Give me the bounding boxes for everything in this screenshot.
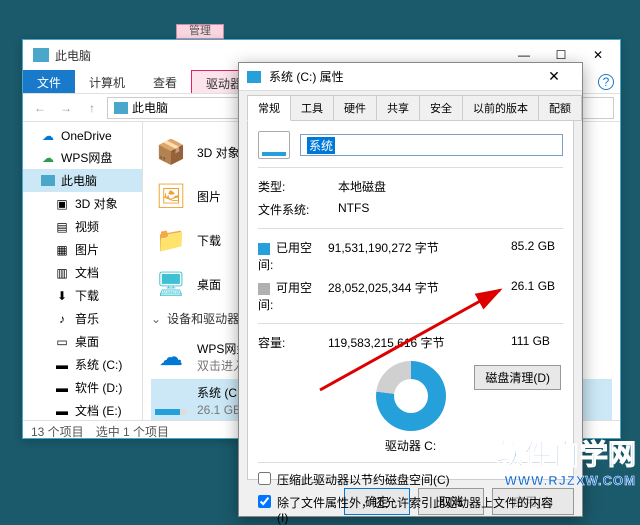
minimize-button[interactable]: —	[506, 48, 542, 62]
nav-up-button[interactable]: ↑	[81, 97, 103, 119]
label-fs: 文件系统:	[258, 201, 330, 218]
value-fs: NTFS	[338, 201, 563, 218]
disk-cleanup-button[interactable]: 磁盘清理(D)	[474, 365, 561, 390]
drive-icon	[153, 383, 189, 419]
sidebar-item-music[interactable]: ♪音乐	[23, 307, 142, 330]
tab-sharing[interactable]: 共享	[376, 95, 420, 121]
value-cap-bytes: 119,583,215,616 字节	[328, 334, 503, 351]
pc-icon	[33, 48, 49, 62]
pc-icon	[114, 102, 128, 114]
used-swatch-icon	[258, 243, 270, 255]
ribbon-context-tab: 管理	[176, 24, 224, 39]
drive-icon	[258, 131, 290, 159]
sidebar-item-drive-e[interactable]: ▬文档 (E:)	[23, 399, 142, 420]
download-icon: ⬇	[55, 289, 69, 303]
sidebar-item-desktop[interactable]: ▭桌面	[23, 330, 142, 353]
nav-back-button[interactable]: ←	[29, 97, 51, 119]
compress-checkbox[interactable]: 压缩此驱动器以节约磁盘空间(C)	[258, 471, 563, 488]
drive-icon: ▬	[55, 381, 69, 395]
folder-icon: 📦	[153, 134, 189, 170]
value-cap-gb: 111 GB	[511, 334, 563, 351]
tab-file[interactable]: 文件	[23, 70, 75, 93]
value-type: 本地磁盘	[338, 178, 563, 195]
cloud-icon: ☁	[41, 151, 55, 165]
label-free: 可用空间:	[258, 279, 320, 313]
sidebar-item-documents[interactable]: ▥文档	[23, 261, 142, 284]
drive-icon: ▬	[55, 404, 69, 418]
sidebar-item-wps[interactable]: ☁WPS网盘	[23, 146, 142, 169]
folder-icon: 📁	[153, 222, 189, 258]
sidebar-item-onedrive[interactable]: ☁OneDrive	[23, 126, 142, 146]
sidebar-item-drive-d[interactable]: ▬软件 (D:)	[23, 376, 142, 399]
pc-icon	[41, 175, 55, 186]
document-icon: ▥	[55, 266, 69, 280]
tab-tools[interactable]: 工具	[290, 95, 334, 121]
status-selection: 选中 1 个项目	[96, 423, 169, 440]
label-used: 已用空间:	[258, 239, 320, 273]
tab-general[interactable]: 常规	[247, 95, 291, 121]
dialog-title: 系统 (C:) 属性	[269, 68, 534, 85]
status-count: 13 个项目	[31, 423, 84, 440]
picture-icon: ▦	[55, 243, 69, 257]
tab-view[interactable]: 查看	[139, 70, 191, 93]
sidebar-item-drive-c[interactable]: ▬系统 (C:)	[23, 353, 142, 376]
usage-pie-chart	[376, 361, 446, 431]
tab-quota[interactable]: 配额	[538, 95, 582, 121]
maximize-button[interactable]: ☐	[543, 48, 579, 62]
label-capacity: 容量:	[258, 334, 320, 351]
dialog-body: 系统 类型: 本地磁盘 文件系统: NTFS 已用空间: 91,531,190,27…	[247, 120, 574, 480]
tab-hardware[interactable]: 硬件	[333, 95, 377, 121]
folder-icon: 🖥	[153, 266, 189, 302]
drive-icon: ▬	[55, 358, 69, 372]
window-controls: — ☐ ✕	[506, 48, 616, 62]
value-used-gb: 85.2 GB	[511, 239, 563, 273]
cloud-icon: ☁	[41, 129, 55, 143]
nav-pane: ☁OneDrive ☁WPS网盘 此电脑 ▣3D 对象 ▤视频 ▦图片 ▥文档 …	[23, 122, 143, 420]
drive-name-input[interactable]: 系统	[300, 134, 563, 156]
cube-icon: ▣	[55, 197, 69, 211]
tab-security[interactable]: 安全	[419, 95, 463, 121]
sidebar-item-downloads[interactable]: ⬇下载	[23, 284, 142, 307]
folder-icon: 🖼	[153, 178, 189, 214]
label-type: 类型:	[258, 178, 330, 195]
sidebar-item-pictures[interactable]: ▦图片	[23, 238, 142, 261]
sidebar-item-3d[interactable]: ▣3D 对象	[23, 192, 142, 215]
breadcrumb-text: 此电脑	[132, 99, 168, 116]
value-free-gb: 26.1 GB	[511, 279, 563, 313]
drive-icon	[247, 71, 261, 83]
value-used-bytes: 91,531,190,272 字节	[328, 239, 503, 273]
tab-computer[interactable]: 计算机	[75, 70, 139, 93]
help-icon[interactable]: ?	[598, 74, 614, 90]
close-button[interactable]: ✕	[534, 63, 574, 91]
nav-fwd-button[interactable]: →	[55, 97, 77, 119]
sidebar-item-thispc[interactable]: 此电脑	[23, 169, 142, 192]
tab-prev[interactable]: 以前的版本	[462, 95, 539, 121]
sidebar-item-videos[interactable]: ▤视频	[23, 215, 142, 238]
index-checkbox[interactable]: 除了文件属性外，还允许索引此驱动器上文件的内容(I)	[258, 494, 563, 525]
drive-label: 驱动器 C:	[258, 437, 563, 454]
music-icon: ♪	[55, 312, 69, 326]
value-free-bytes: 28,052,025,344 字节	[328, 279, 503, 313]
dialog-tabs: 常规 工具 硬件 共享 安全 以前的版本 配额	[239, 91, 582, 121]
desktop-icon: ▭	[55, 335, 69, 349]
close-button[interactable]: ✕	[580, 48, 616, 62]
dialog-titlebar[interactable]: 系统 (C:) 属性 ✕	[239, 63, 582, 91]
window-title: 此电脑	[55, 47, 506, 64]
cloud-icon: ☁	[153, 339, 189, 375]
free-swatch-icon	[258, 283, 270, 295]
properties-dialog: 系统 (C:) 属性 ✕ 常规 工具 硬件 共享 安全 以前的版本 配额 系统 …	[238, 62, 583, 517]
video-icon: ▤	[55, 220, 69, 234]
